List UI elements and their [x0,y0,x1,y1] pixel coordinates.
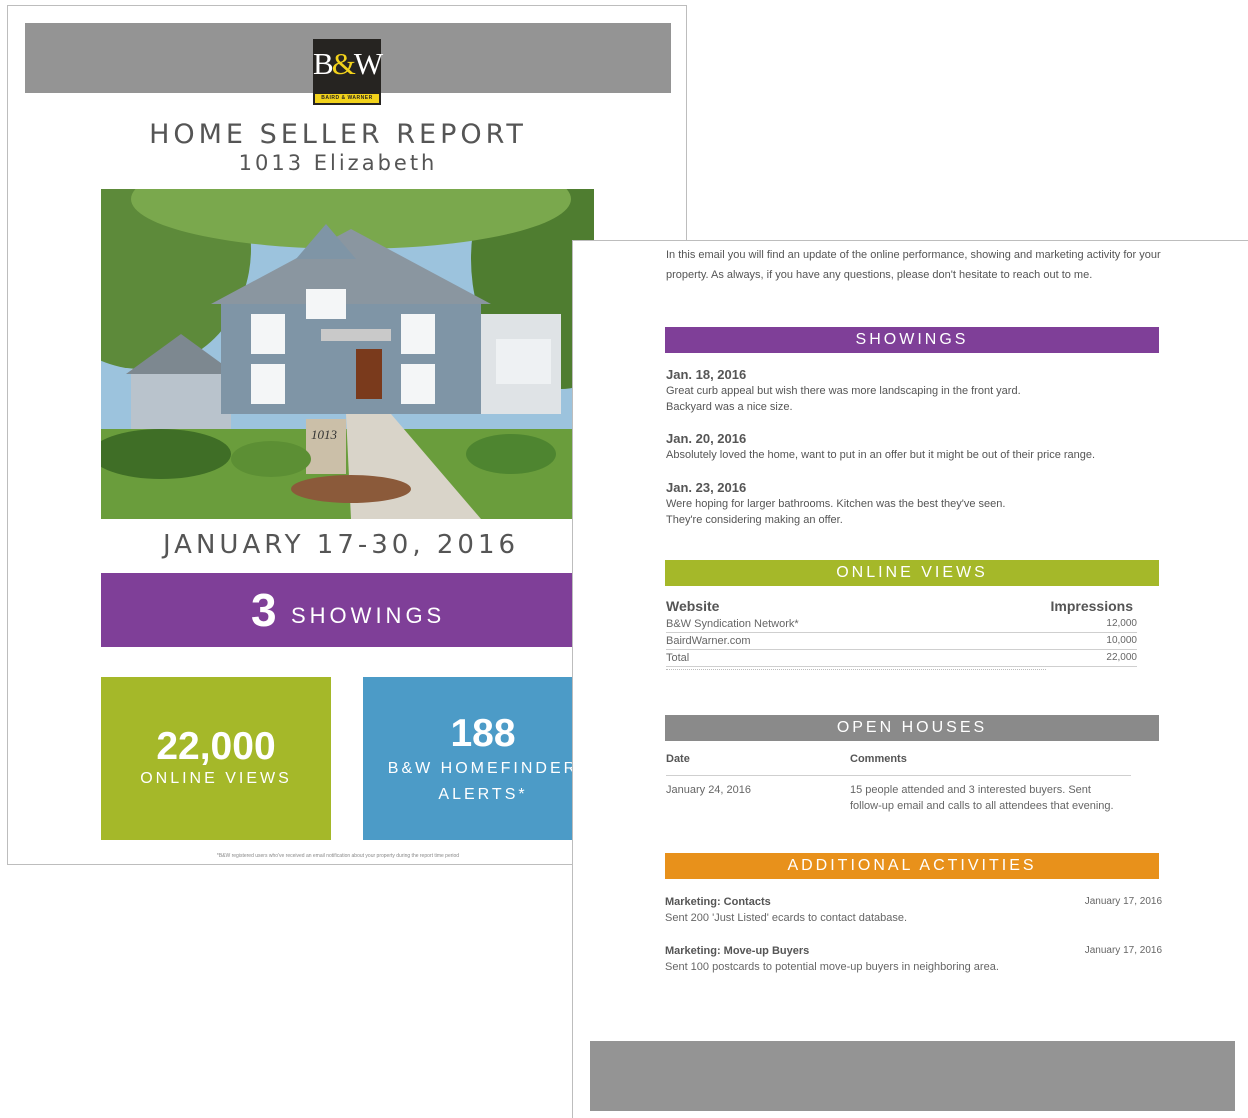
website-cell: Total [666,652,690,664]
table-row: January 24, 2016 15 people attended and … [666,776,1131,838]
open-houses-section-header: OPEN HOUSES [665,715,1159,741]
showing-date: Jan. 18, 2016 [666,367,747,382]
logo-ampersand: & [331,46,356,81]
online-views-table-header: Website Impressions [666,598,1137,616]
website-cell: BairdWarner.com [666,635,751,647]
activity-date: January 17, 2016 [1084,945,1162,956]
report-title: HOME SELLER REPORT [149,119,527,150]
website-cell: B&W Syndication Network* [666,618,799,630]
activity-description: Sent 100 postcards to potential move-up … [665,961,999,973]
logo-mark: B&W [313,46,383,81]
logo-letter-w: W [353,46,383,81]
impressions-column-header: Impressions [1050,598,1133,614]
logo-letter-b: B [313,46,334,81]
showing-comment: Backyard was a nice size. [666,401,793,413]
comments-column-header: Comments [850,753,907,765]
showing-comment: Great curb appeal but wish there was mor… [666,385,1021,397]
report-date-range: JANUARY 17-30, 2016 [162,530,520,560]
additional-activities-section-header: ADDITIONAL ACTIVITIES [665,853,1159,879]
open-houses-table: Date Comments January 24, 2016 15 people… [666,753,1131,838]
showings-section-header: SHOWINGS [665,327,1159,353]
showings-count: 3 [251,584,277,636]
alerts-label-line2: ALERTS* [438,786,528,803]
activity-description: Sent 200 'Just Listed' ecards to contact… [665,912,908,924]
logo-caption: BAIRD & WARNER [315,94,379,103]
table-row: BairdWarner.com 10,000 [666,633,1137,650]
intro-text: In this email you will find an update of… [666,249,1161,281]
showing-entry: Jan. 18, 2016 Great curb appeal but wish… [666,367,1176,415]
alerts-label-line1: B&W HOMEFINDER [387,760,579,777]
open-houses-table-header: Date Comments [666,753,1131,776]
details-page: In this email you will find an update of… [572,240,1248,1118]
online-views-count: 22,000 [156,725,276,768]
online-views-label: ONLINE VIEWS [140,770,292,787]
table-row: B&W Syndication Network* 12,000 [666,616,1137,633]
brand-logo: B&W BAIRD & WARNER [313,39,383,105]
showing-comment: Were hoping for larger bathrooms. Kitche… [666,498,1006,510]
house-number-sign: 1013 [311,427,337,442]
impressions-cell: 12,000 [1106,618,1137,629]
showing-comment: Absolutely loved the home, want to put i… [666,449,1096,461]
online-views-table: Website Impressions B&W Syndication Netw… [666,598,1137,667]
property-address: 1013 Elizabeth [238,151,438,175]
activity-entry: Marketing: Contacts January 17, 2016 Sen… [665,894,1162,926]
impressions-cell: 22,000 [1106,652,1137,663]
showing-date: Jan. 20, 2016 [666,431,747,446]
impressions-cell: 10,000 [1106,635,1137,646]
online-views-tile: 22,000 ONLINE VIEWS [101,677,331,840]
open-house-comment: 15 people attended and 3 interested buye… [850,784,1114,812]
house-illustration [101,189,594,519]
open-house-date: January 24, 2016 [666,784,752,796]
showings-label: SHOWINGS [291,603,446,628]
showing-entry: Jan. 23, 2016 Were hoping for larger bat… [666,480,1176,528]
online-views-section-header: ONLINE VIEWS [665,560,1159,586]
alerts-count: 188 [450,712,516,755]
activity-date: January 17, 2016 [1084,896,1162,907]
activity-entry: Marketing: Move-up Buyers January 17, 20… [665,943,1162,975]
house-photo: 1013 [101,189,594,519]
online-views-fine-print [666,669,1046,674]
table-row: Total 22,000 [666,650,1137,667]
showing-comment: They're considering making an offer. [666,514,843,526]
showing-entry: Jan. 20, 2016 Absolutely loved the home,… [666,431,1176,463]
date-column-header: Date [666,753,690,765]
showing-date: Jan. 23, 2016 [666,480,747,495]
website-column-header: Website [666,598,720,614]
details-footer-band [590,1041,1235,1111]
cover-footnote: *B&W registered users who've received an… [216,853,460,859]
